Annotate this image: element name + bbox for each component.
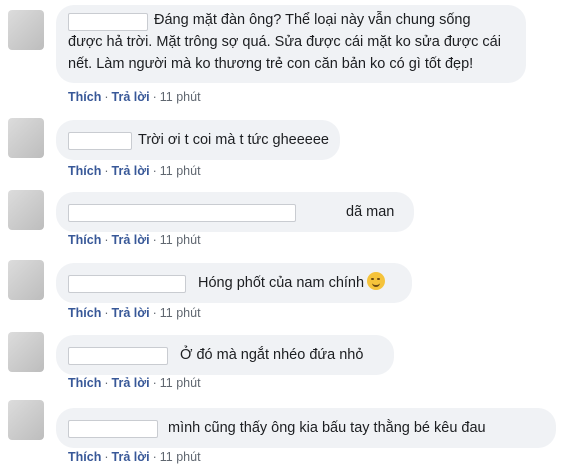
comment-actions: Thích · Trả lời · 11 phút	[68, 233, 201, 247]
comment-actions: Thích · Trả lời · 11 phút	[68, 164, 201, 178]
reply-button[interactable]: Trả lời	[112, 233, 150, 247]
comment-bubble: Đáng mặt đàn ông? Thể loại này vẫn chung…	[56, 5, 526, 83]
separator: ·	[104, 90, 109, 104]
separator: ·	[152, 306, 157, 320]
timestamp[interactable]: 11 phút	[160, 233, 201, 247]
comment-bubble: Ở đó mà ngắt nhéo đứa nhỏ	[56, 335, 394, 375]
separator: ·	[152, 90, 157, 104]
reply-button[interactable]: Trả lời	[112, 376, 150, 390]
comment-bubble: dã man	[56, 192, 414, 232]
comment-text: Hóng phốt của nam chính	[198, 272, 386, 294]
separator: ·	[152, 450, 157, 464]
comment-bubble: mình cũng thấy ông kia bấu tay thằng bé …	[56, 408, 556, 448]
reply-button[interactable]: Trả lời	[112, 90, 150, 104]
separator: ·	[104, 306, 109, 320]
like-button[interactable]: Thích	[68, 306, 101, 320]
like-button[interactable]: Thích	[68, 376, 101, 390]
comment-text: dã man	[346, 204, 395, 220]
separator: ·	[104, 164, 109, 178]
avatar[interactable]	[8, 260, 44, 300]
avatar[interactable]	[8, 332, 44, 372]
timestamp[interactable]: 11 phút	[160, 164, 201, 178]
comment-actions: Thích · Trả lời · 11 phút	[68, 90, 201, 104]
avatar[interactable]	[8, 118, 44, 158]
redacted-name[interactable]	[68, 420, 158, 438]
separator: ·	[104, 450, 109, 464]
separator: ·	[152, 164, 157, 178]
comment-bubble: Hóng phốt của nam chính	[56, 263, 412, 303]
redacted-name[interactable]	[68, 347, 168, 365]
separator: ·	[152, 233, 157, 247]
comment-actions: Thích · Trả lời · 11 phút	[68, 306, 201, 320]
timestamp[interactable]: 11 phút	[160, 306, 201, 320]
separator: ·	[104, 376, 109, 390]
comment-actions: Thích · Trả lời · 11 phút	[68, 376, 201, 390]
reply-button[interactable]: Trả lời	[112, 450, 150, 464]
timestamp[interactable]: 11 phút	[160, 376, 201, 390]
avatar[interactable]	[8, 400, 44, 440]
comment-text: Đáng mặt đàn ông? Thể loại này vẫn chung…	[68, 12, 501, 72]
reply-button[interactable]: Trả lời	[112, 306, 150, 320]
separator: ·	[104, 233, 109, 247]
redacted-name[interactable]	[68, 132, 132, 150]
like-button[interactable]: Thích	[68, 233, 101, 247]
timestamp[interactable]: 11 phút	[160, 450, 201, 464]
smiling-face-icon	[367, 272, 386, 290]
comment-actions: Thích · Trả lời · 11 phút	[68, 450, 201, 464]
comment-text: Ở đó mà ngắt nhéo đứa nhỏ	[180, 347, 364, 363]
separator: ·	[152, 376, 157, 390]
like-button[interactable]: Thích	[68, 164, 101, 178]
comment-text: mình cũng thấy ông kia bấu tay thằng bé …	[168, 420, 486, 436]
like-button[interactable]: Thích	[68, 90, 101, 104]
comment-text: Trời ơi t coi mà t tức gheeeee	[138, 132, 329, 148]
avatar[interactable]	[8, 190, 44, 230]
avatar[interactable]	[8, 10, 44, 50]
timestamp[interactable]: 11 phút	[160, 90, 201, 104]
comment-bubble: Trời ơi t coi mà t tức gheeeee	[56, 120, 340, 160]
redacted-name[interactable]	[68, 275, 186, 293]
reply-button[interactable]: Trả lời	[112, 164, 150, 178]
redacted-name[interactable]	[68, 204, 296, 222]
like-button[interactable]: Thích	[68, 450, 101, 464]
comment-text-content: Hóng phốt của nam chính	[198, 275, 365, 291]
